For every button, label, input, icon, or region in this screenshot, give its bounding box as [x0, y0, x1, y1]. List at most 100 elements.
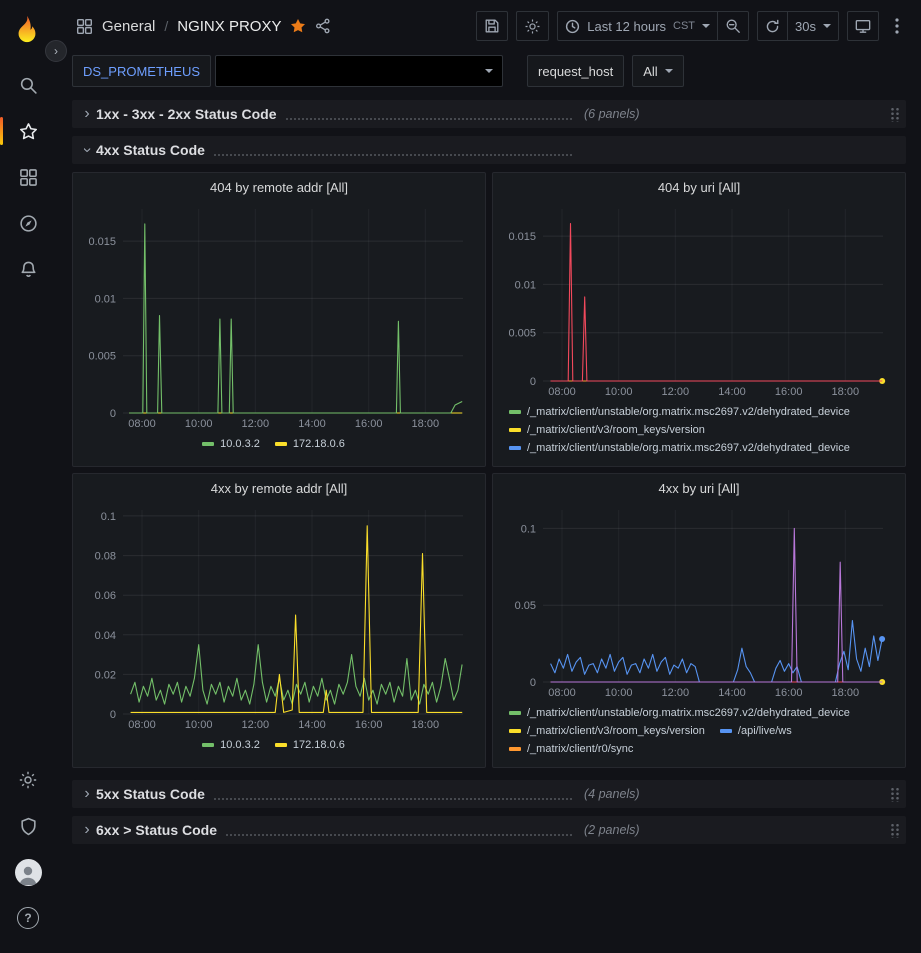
dashboard-settings-button[interactable]	[516, 11, 549, 41]
row-6xx-status-code[interactable]: › 6xx > Status Code (2 panels)	[72, 816, 906, 844]
panel-title[interactable]: 404 by uri [All]	[493, 173, 905, 201]
legend-item[interactable]: /_matrix/client/r0/sync	[509, 740, 633, 758]
panel-title[interactable]: 4xx by uri [All]	[493, 474, 905, 502]
chart-legend: /_matrix/client/unstable/org.matrix.msc2…	[499, 702, 899, 761]
panel-4xx-by-uri: 4xx by uri [All] 00.050.108:0010:0012:00…	[492, 473, 906, 768]
time-range-picker[interactable]: Last 12 hours CST	[557, 11, 718, 41]
breadcrumb-page-title[interactable]: NGINX PROXY	[177, 18, 281, 35]
person-icon	[16, 862, 40, 886]
time-series-chart[interactable]: 00.0050.010.01508:0010:0012:0014:0016:00…	[499, 201, 899, 401]
svg-text:10:00: 10:00	[185, 719, 213, 731]
favorite-star-icon[interactable]	[290, 18, 306, 34]
svg-text:12:00: 12:00	[662, 386, 690, 398]
bell-icon	[19, 260, 38, 279]
chevron-down-icon: ›	[79, 141, 95, 159]
row-title: 1xx - 3xx - 2xx Status Code	[96, 105, 277, 123]
legend-item[interactable]: 172.18.0.6	[275, 435, 345, 453]
row-4xx-status-code[interactable]: › 4xx Status Code	[72, 136, 906, 164]
chevron-right-icon: ›	[78, 822, 96, 838]
drag-handle-icon[interactable]	[890, 107, 900, 122]
variable-request-host: request_host All	[527, 55, 684, 87]
timezone-label: CST	[673, 20, 695, 32]
legend-item[interactable]: /_matrix/client/unstable/org.matrix.msc2…	[509, 704, 850, 722]
legend-item[interactable]: 172.18.0.6	[275, 736, 345, 754]
legend-item[interactable]: /_matrix/client/v3/room_keys/version	[509, 421, 705, 439]
time-range-label: Last 12 hours	[587, 19, 666, 34]
legend-item[interactable]: /_matrix/client/unstable/org.matrix.msc2…	[509, 758, 850, 761]
help-icon: ?	[17, 907, 39, 929]
legend-item[interactable]: /sw.js	[720, 457, 765, 460]
drag-handle-icon[interactable]	[890, 823, 900, 838]
caret-down-icon	[665, 69, 673, 73]
svg-text:18:00: 18:00	[832, 386, 860, 398]
sidebar-item-help[interactable]: ?	[0, 895, 56, 941]
sidebar-item-starred[interactable]	[0, 108, 56, 154]
sidebar-item-preferences[interactable]	[0, 757, 56, 803]
panel-title[interactable]: 4xx by remote addr [All]	[73, 474, 485, 502]
svg-text:14:00: 14:00	[718, 386, 746, 398]
refresh-interval-picker[interactable]: 30s	[788, 11, 839, 41]
svg-text:12:00: 12:00	[242, 719, 270, 731]
svg-text:0.1: 0.1	[521, 523, 536, 535]
row-5xx-status-code[interactable]: › 5xx Status Code (4 panels)	[72, 780, 906, 808]
kebab-icon	[895, 18, 899, 34]
svg-text:10:00: 10:00	[185, 418, 213, 430]
svg-text:14:00: 14:00	[298, 719, 326, 731]
breadcrumb-separator: /	[164, 18, 168, 34]
search-icon	[19, 76, 38, 95]
row-title: 4xx Status Code	[96, 141, 205, 159]
time-series-chart[interactable]: 00.050.108:0010:0012:0014:0016:0018:00	[499, 502, 899, 702]
legend-item[interactable]: /_matrix/client/v3/room_keys/version	[509, 457, 705, 460]
tv-mode-button[interactable]	[847, 11, 879, 41]
save-icon	[484, 18, 500, 34]
save-dashboard-button[interactable]	[476, 11, 508, 41]
caret-down-icon	[823, 24, 831, 28]
sidebar-expand-button[interactable]: ›	[45, 40, 67, 62]
row-panel-count: (4 panels)	[584, 787, 640, 801]
svg-text:12:00: 12:00	[242, 418, 270, 430]
refresh-button[interactable]	[757, 11, 788, 41]
clock-icon	[565, 19, 580, 34]
svg-text:0: 0	[530, 677, 536, 689]
time-series-chart[interactable]: 00.0050.010.01508:0010:0012:0014:0016:00…	[79, 201, 479, 433]
legend-item[interactable]: /api/live/ws	[720, 722, 792, 740]
variable-datasource-value-dropdown[interactable]	[215, 55, 503, 87]
apps-icon	[76, 18, 93, 35]
legend-item[interactable]: 10.0.3.2	[202, 435, 260, 453]
sidebar-item-dashboards[interactable]	[0, 154, 56, 200]
row-1xx-3xx-2xx-status-code[interactable]: › 1xx - 3xx - 2xx Status Code (6 panels)	[72, 100, 906, 128]
legend-item[interactable]: /_matrix/client/unstable/org.matrix.msc2…	[509, 439, 850, 457]
svg-text:18:00: 18:00	[832, 687, 860, 699]
sidebar: ›	[0, 0, 56, 953]
legend-item[interactable]: 10.0.3.2	[202, 736, 260, 754]
sidebar-item-server-admin[interactable]	[0, 803, 56, 849]
svg-text:0.05: 0.05	[515, 600, 536, 612]
zoom-out-button[interactable]	[718, 11, 749, 41]
sidebar-item-explore[interactable]	[0, 200, 56, 246]
svg-text:08:00: 08:00	[548, 687, 576, 699]
tv-icon	[855, 18, 871, 34]
sidebar-item-search[interactable]	[0, 62, 56, 108]
panel-title[interactable]: 404 by remote addr [All]	[73, 173, 485, 201]
zoom-out-icon	[725, 18, 741, 34]
legend-item[interactable]: /_matrix/client/unstable/org.matrix.msc2…	[509, 403, 850, 421]
sidebar-item-alerting[interactable]	[0, 246, 56, 292]
time-series-chart[interactable]: 00.020.040.060.080.108:0010:0012:0014:00…	[79, 502, 479, 734]
panel-grid: 404 by remote addr [All] 00.0050.010.015…	[72, 172, 906, 768]
sidebar-item-profile[interactable]	[0, 849, 56, 895]
kebab-menu-button[interactable]	[887, 11, 907, 41]
svg-text:10:00: 10:00	[605, 386, 633, 398]
row-panel-count: (6 panels)	[584, 107, 640, 121]
row-dots	[214, 154, 572, 156]
share-icon[interactable]	[315, 18, 331, 34]
row-dots	[226, 834, 572, 836]
svg-text:16:00: 16:00	[355, 418, 383, 430]
variable-datasource-label[interactable]: DS_PROMETHEUS	[72, 55, 211, 87]
svg-text:0.1: 0.1	[101, 511, 116, 523]
drag-handle-icon[interactable]	[890, 787, 900, 802]
grafana-logo[interactable]	[12, 14, 44, 46]
variable-request-host-value-dropdown[interactable]: All	[632, 55, 683, 87]
chevron-right-icon: ›	[78, 106, 96, 122]
breadcrumb-section[interactable]: General	[102, 18, 155, 35]
legend-item[interactable]: /_matrix/client/v3/room_keys/version	[509, 722, 705, 740]
